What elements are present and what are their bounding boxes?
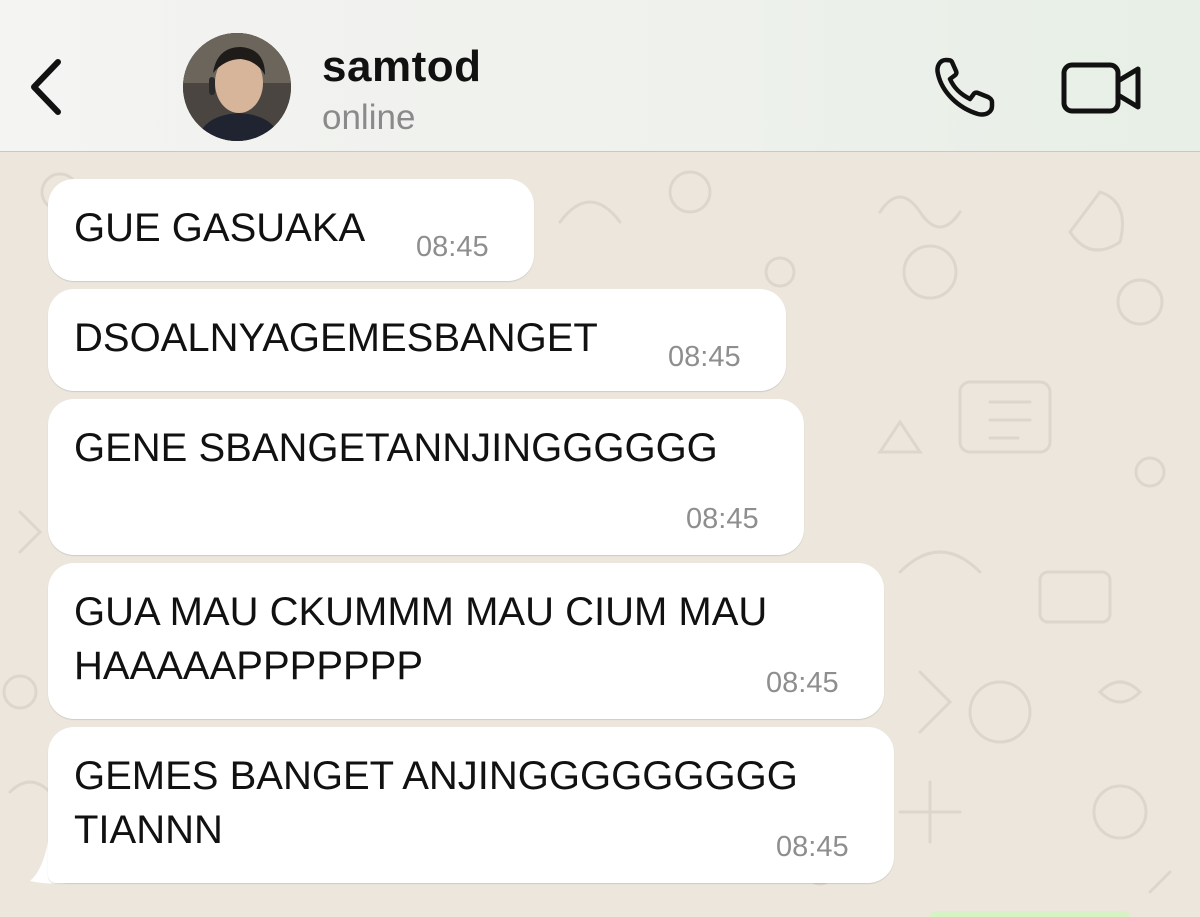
- message-timestamp: 08:45: [766, 667, 839, 699]
- contact-status: online: [322, 98, 416, 137]
- avatar[interactable]: [183, 33, 291, 141]
- video-camera-icon: [1061, 62, 1141, 114]
- message-timestamp: 08:45: [776, 831, 849, 863]
- voice-call-button[interactable]: [928, 52, 1004, 122]
- message-bubble[interactable]: GENE SBANGETANNJINGGGGGG 08:45: [48, 399, 804, 555]
- message-text: GENE SBANGETANNJINGGGGGG: [74, 426, 718, 470]
- phone-icon: [935, 57, 995, 117]
- message-bubble[interactable]: DSOALNYAGEMESBANGET 08:45: [48, 289, 786, 391]
- contact-name[interactable]: samtod: [322, 42, 481, 92]
- outgoing-bubble-edge: [930, 911, 1130, 917]
- chevron-left-icon: [31, 59, 61, 115]
- message-timestamp: 08:45: [686, 503, 759, 535]
- message-text: GUA MAU CKUMMM MAU CIUM MAU HAAAAAPPPPPP…: [74, 590, 768, 688]
- message-timestamp: 08:45: [416, 231, 489, 263]
- message-text: DSOALNYAGEMESBANGET: [74, 316, 598, 360]
- back-button[interactable]: [22, 52, 72, 122]
- message-bubble[interactable]: GUA MAU CKUMMM MAU CIUM MAU HAAAAAPPPPPP…: [48, 563, 884, 719]
- message-bubble[interactable]: GEMES BANGET ANJINGGGGGGGGG TIANNN 08:45: [48, 727, 894, 883]
- chat-header: samtod online: [0, 0, 1200, 152]
- message-bubble[interactable]: GUE GASUAKA 08:45: [48, 179, 534, 281]
- message-timestamp: 08:45: [668, 341, 741, 373]
- avatar-photo: [183, 33, 291, 141]
- video-call-button[interactable]: [1056, 55, 1148, 121]
- chat-area[interactable]: GUE GASUAKA 08:45 DSOALNYAGEMESBANGET 08…: [0, 152, 1200, 917]
- message-text: GEMES BANGET ANJINGGGGGGGGG TIANNN: [74, 754, 798, 852]
